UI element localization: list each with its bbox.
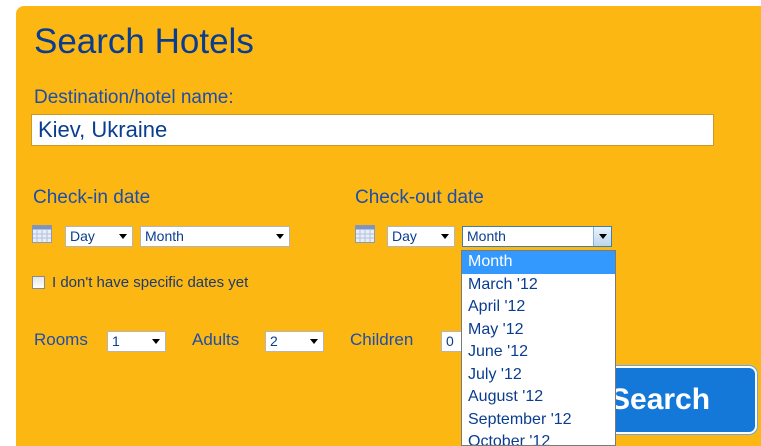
calendar-icon[interactable] [32, 225, 52, 243]
checkin-month-select[interactable]: Month [140, 226, 290, 247]
adults-value: 2 [270, 333, 278, 349]
month-option[interactable]: May '12 [462, 319, 615, 342]
children-value: 0 [446, 333, 454, 349]
children-label: Children [350, 330, 414, 349]
chevron-down-icon [441, 234, 449, 239]
month-option[interactable]: August '12 [462, 386, 615, 409]
checkin-label: Check-in date [33, 187, 151, 208]
destination-label: Destination/hotel name: [34, 87, 234, 108]
rooms-value: 1 [112, 333, 120, 349]
month-option[interactable]: March '12 [462, 274, 615, 297]
flexible-dates-label: I don't have specific dates yet [52, 274, 249, 291]
month-option[interactable]: July '12 [462, 364, 615, 387]
adults-label: Adults [192, 330, 240, 349]
rooms-select[interactable]: 1 [107, 331, 166, 352]
flexible-dates-checkbox[interactable] [32, 276, 45, 289]
page-title: Search Hotels [34, 22, 254, 61]
checkout-day-value: Day [392, 228, 417, 244]
rooms-label: Rooms [34, 330, 88, 349]
dropdown-button[interactable] [593, 227, 611, 246]
checkout-day-select[interactable]: Day [387, 226, 455, 247]
checkout-label: Check-out date [355, 187, 484, 208]
checkout-month-value: Month [467, 228, 506, 244]
checkin-day-value: Day [70, 228, 95, 244]
checkin-month-value: Month [145, 228, 184, 244]
checkout-month-select[interactable]: Month [462, 226, 612, 247]
checkin-day-select[interactable]: Day [65, 226, 133, 247]
month-option[interactable]: April '12 [462, 296, 615, 319]
adults-select[interactable]: 2 [265, 331, 324, 352]
month-option[interactable]: September '12 [462, 409, 615, 432]
month-dropdown-list[interactable]: Month March '12 April '12 May '12 June '12 Ju… [461, 250, 616, 446]
month-option[interactable]: June '12 [462, 341, 615, 364]
chevron-down-icon [119, 234, 127, 239]
destination-input[interactable] [31, 114, 714, 146]
month-option[interactable]: Month [462, 251, 615, 274]
chevron-down-icon [310, 339, 318, 344]
chevron-down-icon [599, 234, 607, 239]
calendar-icon[interactable] [355, 225, 375, 243]
chevron-down-icon [152, 339, 160, 344]
chevron-down-icon [276, 234, 284, 239]
month-option[interactable]: October '12 [462, 431, 615, 445]
